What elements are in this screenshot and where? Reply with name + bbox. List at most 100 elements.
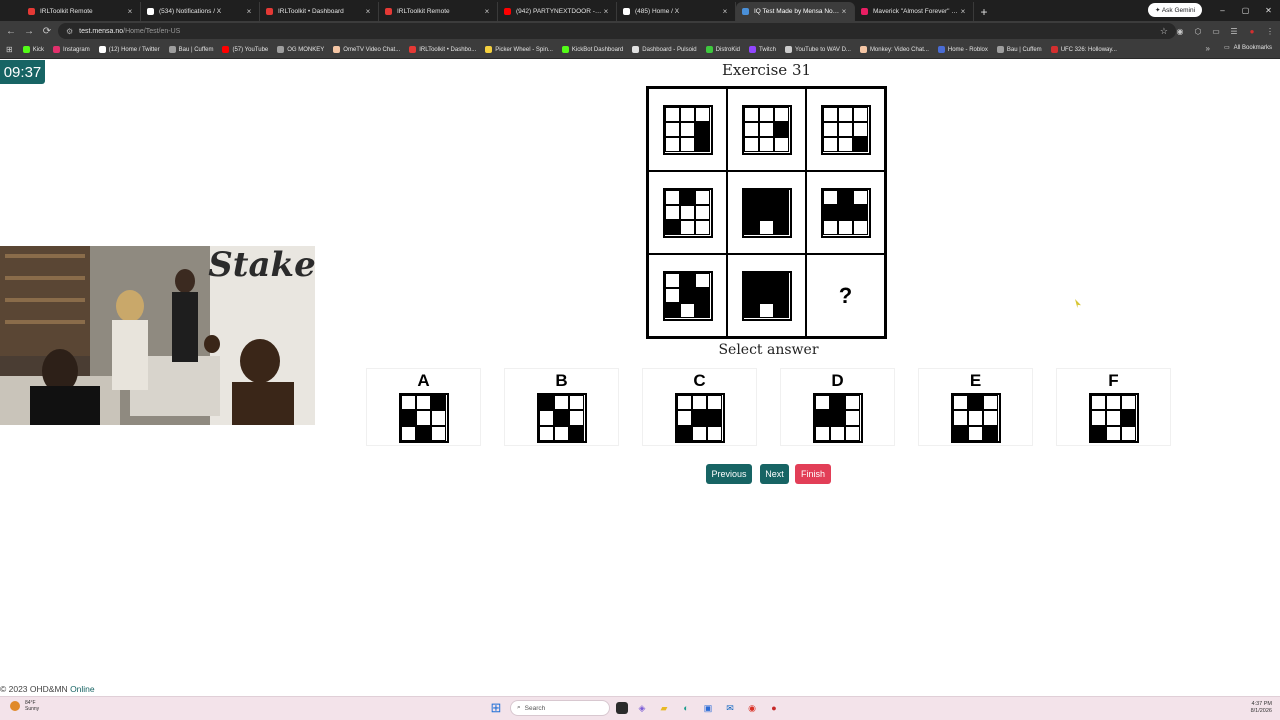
bookmark-favicon-icon (53, 46, 61, 53)
pattern-square (967, 425, 984, 441)
bookmark-item[interactable]: UFC 326: Holloway... (1050, 46, 1117, 53)
clock[interactable]: 4:37 PM 8/1/2026 (1251, 701, 1272, 715)
tab-close-icon[interactable]: × (840, 7, 848, 16)
tab-close-icon[interactable]: × (364, 7, 372, 16)
answer-option[interactable]: C (642, 368, 757, 446)
bookmark-item[interactable]: OmeTV Video Chat... (333, 46, 400, 53)
bookmark-item[interactable]: Picker Wheel - Spin... (485, 46, 553, 53)
taskbar-search[interactable]: ⌕ Search (510, 700, 610, 716)
bookmark-item[interactable]: Bau | Cuffem (996, 46, 1042, 53)
pattern-square (664, 272, 680, 288)
pattern-square (695, 106, 711, 122)
address-bar[interactable]: ⚙ test.mensa.no/Home/Test/en-US ☆ (58, 23, 1176, 39)
bookmark-item[interactable]: KickBot Dashboard (561, 46, 623, 53)
app-red-icon[interactable]: ● (766, 700, 782, 716)
bookmark-item[interactable]: (57) YouTube (222, 46, 268, 53)
bookmark-item[interactable]: Twitch (749, 46, 776, 53)
outlook-icon[interactable]: ✉ (722, 700, 738, 716)
profile-avatar-icon[interactable]: ● (1246, 24, 1258, 38)
bookmark-item[interactable]: Kick (22, 46, 44, 53)
pattern-square (743, 272, 759, 288)
bookmark-item[interactable]: Instagram (53, 46, 90, 53)
start-windows-icon[interactable]: ⊞ (488, 700, 504, 716)
tab-close-icon[interactable]: × (721, 7, 729, 16)
bookmark-item[interactable]: OG MONKEY (277, 46, 324, 53)
tab-close-icon[interactable]: × (483, 7, 491, 16)
pattern-square (538, 395, 554, 411)
bookmark-item[interactable]: Bau | Cuffem (168, 46, 213, 53)
close-window-icon[interactable]: ✕ (1257, 0, 1280, 21)
back-icon[interactable]: ← (4, 24, 18, 38)
answer-option[interactable]: E (918, 368, 1033, 446)
matrix-cell (727, 254, 806, 337)
edge-icon[interactable]: ◐ (678, 700, 694, 716)
forward-icon[interactable]: → (22, 24, 36, 38)
next-button[interactable]: Next (760, 464, 789, 484)
weather-widget[interactable]: 84°F Sunny (10, 700, 39, 712)
more-bookmarks-icon[interactable]: » (1206, 44, 1210, 53)
taskbar-apps: ⊞ ⌕ Search ◈ ▰ ◐ ▣ ✉ ◉ ● (488, 700, 782, 716)
matrix-pattern (741, 187, 792, 238)
tab-close-icon[interactable]: × (602, 7, 610, 16)
all-bookmarks-button[interactable]: ▭ All Bookmarks (1224, 44, 1272, 52)
browser-tab[interactable]: IRLToolkit • Dashboard × (260, 2, 379, 21)
tab-close-icon[interactable]: × (245, 7, 253, 16)
tab-close-icon[interactable]: × (126, 7, 134, 16)
browser-tab[interactable]: Maverick "Almost Forever" EP × (855, 2, 974, 21)
tab-close-icon[interactable]: × (959, 7, 967, 16)
pattern-square (695, 220, 711, 236)
answer-option[interactable]: F (1056, 368, 1171, 446)
bookmark-item[interactable]: IRLToolkit • Dashbo... (409, 46, 476, 53)
bookmark-favicon-icon (632, 46, 640, 53)
footer: © 2023 OHD&MN Online (0, 684, 95, 694)
pattern-square (758, 303, 775, 319)
footer-online-link[interactable]: Online (70, 684, 95, 694)
browser-tab[interactable]: (942) PARTYNEXTDOOR - Only × (498, 2, 617, 21)
extension-icon[interactable]: ◉ (1174, 24, 1186, 38)
maximize-icon[interactable]: ▢ (1234, 0, 1257, 21)
browser-tab[interactable]: IQ Test Made by Mensa Norwa × (736, 2, 855, 21)
browser-tab[interactable]: IRLToolkit Remote × (22, 2, 141, 21)
site-settings-icon[interactable]: ⚙ (66, 27, 73, 36)
file-explorer-icon[interactable]: ▰ (656, 700, 672, 716)
bookmark-item[interactable]: Dashboard - Pulsoid (632, 46, 697, 53)
menu-kebab-icon[interactable]: ⋮ (1264, 24, 1276, 38)
bookmark-item[interactable]: YouTube to WAV D... (785, 46, 851, 53)
browser-tab[interactable]: IRLToolkit Remote × (379, 2, 498, 21)
matrix-cell (648, 171, 727, 254)
matrix-cell (648, 254, 727, 337)
bookmark-item[interactable]: DistroKid (705, 46, 740, 53)
bookmark-label: (12) Home / Twitter (108, 46, 160, 53)
chrome-icon[interactable]: ◉ (744, 700, 760, 716)
tab-favicon-icon (861, 8, 868, 15)
ask-gemini-button[interactable]: ✦ Ask Gemini (1148, 3, 1202, 17)
option-label: D (831, 371, 844, 390)
new-tab-button[interactable]: + (974, 2, 994, 21)
answer-option[interactable]: A (366, 368, 481, 446)
finish-button[interactable]: Finish (795, 464, 831, 484)
pattern-square (822, 121, 838, 138)
apps-grid-icon[interactable]: ⊞ (6, 45, 13, 54)
extensions-puzzle-icon[interactable]: ⬡ (1192, 24, 1204, 38)
reading-list-icon[interactable]: ☰ (1228, 24, 1240, 38)
browser-tab[interactable]: (534) Notifications / X × (141, 2, 260, 21)
bookmark-item[interactable]: Monkey: Video Chat... (859, 46, 929, 53)
answer-option[interactable]: D (780, 368, 895, 446)
pattern-square (845, 410, 861, 426)
bookmark-item[interactable]: (12) Home / Twitter (98, 46, 160, 53)
reload-icon[interactable]: ⟳ (40, 24, 54, 38)
bookmark-star-icon[interactable]: ☆ (1160, 26, 1168, 37)
sidepanel-icon[interactable]: ▭ (1210, 24, 1222, 38)
answer-option[interactable]: B (504, 368, 619, 446)
browser-tab[interactable]: (485) Home / X × (617, 2, 736, 21)
task-view-icon[interactable] (616, 702, 628, 714)
copilot-icon[interactable]: ◈ (634, 700, 650, 716)
previous-button[interactable]: Previous (706, 464, 752, 484)
pattern-square (967, 410, 984, 426)
tab-title: IRLToolkit Remote (397, 8, 450, 15)
bookmark-item[interactable]: Home - Roblox (937, 46, 988, 53)
pattern-square (743, 121, 759, 138)
minimize-icon[interactable]: – (1211, 0, 1234, 21)
bookmark-favicon-icon (785, 46, 793, 53)
store-icon[interactable]: ▣ (700, 700, 716, 716)
